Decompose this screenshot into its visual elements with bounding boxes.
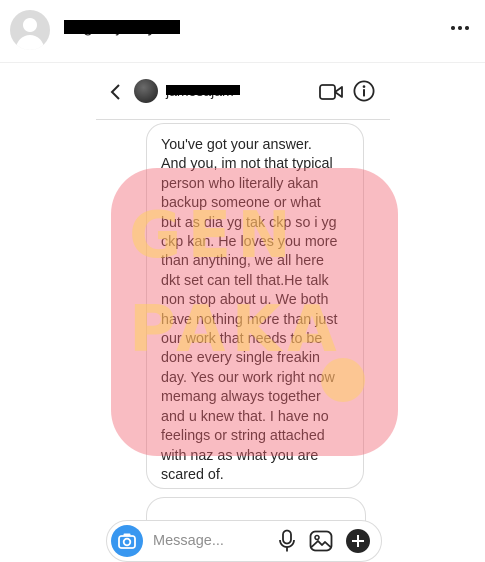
message-line: person who literally akan xyxy=(161,175,319,192)
message-line: and u knew that. I have no xyxy=(161,408,329,425)
message-line: non stop about u. We both xyxy=(161,292,329,309)
message-line: done every single freakin xyxy=(161,350,320,367)
message-line: memang always together xyxy=(161,389,321,406)
message-input[interactable] xyxy=(153,531,265,551)
plus-circle-icon[interactable] xyxy=(345,528,371,554)
message-line: feelings or string attached xyxy=(161,428,325,445)
message-bubble: You've got your answer. And you, im not … xyxy=(146,123,364,489)
info-icon[interactable] xyxy=(353,80,375,102)
message-line: day. Yes our work right now xyxy=(161,369,335,386)
message-line: ckp kan. He loves you more xyxy=(161,234,338,251)
dm-header: jamesajam xyxy=(96,64,390,120)
camera-icon xyxy=(118,533,136,549)
message-composer xyxy=(106,520,382,562)
message-line: dkt set can tell that.He talk xyxy=(161,272,329,289)
message-line: backup someone or what xyxy=(161,195,321,212)
message-line: but as dia yg tak ckp so i yg xyxy=(161,214,337,231)
dm-username-redaction-bar xyxy=(166,85,240,95)
dm-screenshot: jamesajam You've got your answer. And yo… xyxy=(96,64,390,562)
default-avatar-icon[interactable] xyxy=(10,10,50,50)
avatar-body xyxy=(16,35,44,50)
message-line: scared of. xyxy=(161,466,224,483)
message-line: have nothing more than just xyxy=(161,311,338,328)
username-redaction-bar xyxy=(64,20,180,34)
message-line: You've got your answer. xyxy=(161,137,312,153)
more-horizontal-icon[interactable] xyxy=(451,26,469,30)
message-line: And you, im not that typical xyxy=(161,156,333,173)
post-header: angelajelley xyxy=(0,0,485,63)
camera-button[interactable] xyxy=(111,525,143,557)
chevron-left-icon[interactable] xyxy=(106,82,126,102)
microphone-icon[interactable] xyxy=(277,529,297,553)
video-call-icon[interactable] xyxy=(319,82,343,102)
gallery-icon[interactable] xyxy=(309,530,333,552)
dm-avatar[interactable] xyxy=(134,79,158,103)
avatar-head xyxy=(23,18,37,32)
message-line: our work that needs to be xyxy=(161,331,323,348)
message-line: with naz as what you are xyxy=(161,447,319,464)
message-line: than anything, we all here xyxy=(161,253,324,270)
